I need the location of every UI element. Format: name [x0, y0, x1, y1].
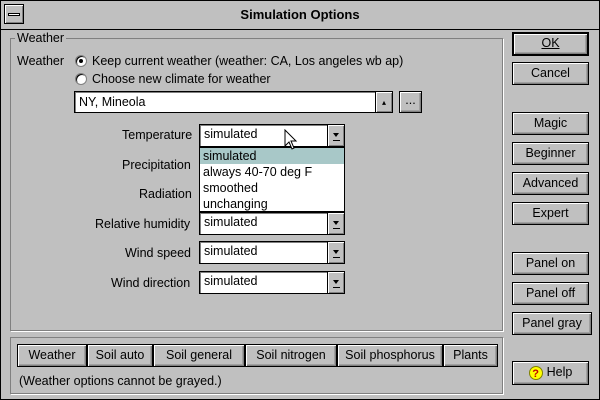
browse-climate-button[interactable]: ...: [399, 91, 422, 113]
tab-soil-auto[interactable]: Soil auto: [87, 344, 153, 367]
choose-climate-radio[interactable]: [75, 73, 87, 85]
tab-soil-phosphorus[interactable]: Soil phosphorus: [337, 344, 443, 367]
status-text: (Weather options cannot be grayed.): [19, 374, 222, 388]
climate-select-arrow[interactable]: ▴: [375, 92, 392, 112]
relative-humidity-select-arrow[interactable]: [327, 213, 344, 234]
wind-speed-select-value: simulated: [204, 244, 258, 258]
help-button-label: Help: [546, 365, 573, 379]
scroll-updown-icon: ▴: [381, 98, 386, 107]
panel-gray-button-label: Panel gray: [522, 316, 582, 330]
wind-direction-select-value: simulated: [204, 274, 258, 288]
tab-soil-phosphorus-label: Soil phosphorus: [345, 348, 435, 362]
panel-on-button-label: Panel on: [525, 256, 576, 270]
cancel-button[interactable]: Cancel: [512, 62, 589, 85]
tab-weather[interactable]: Weather: [17, 344, 87, 367]
temperature-label: Temperature: [122, 128, 193, 142]
panel-off-button-label: Panel off: [525, 286, 576, 300]
cancel-button-label: Cancel: [531, 66, 570, 80]
tab-plants-label: Plants: [453, 348, 488, 362]
wind-direction-select[interactable]: simulated: [199, 271, 345, 294]
panel-off-button[interactable]: Panel off: [512, 282, 589, 305]
ok-button-label: OK: [541, 36, 560, 50]
panel-on-button[interactable]: Panel on: [512, 252, 589, 275]
beginner-button-label: Beginner: [525, 146, 576, 160]
tab-soil-nitrogen[interactable]: Soil nitrogen: [245, 344, 337, 367]
climate-select-value: NY, Mineola: [79, 95, 146, 109]
magic-button[interactable]: Magic: [512, 112, 589, 135]
tab-plants[interactable]: Plants: [443, 344, 498, 367]
tab-weather-label: Weather: [28, 348, 76, 362]
wind-speed-label: Wind speed: [125, 246, 192, 260]
precipitation-label: Precipitation: [122, 158, 191, 172]
simulation-options-dialog: Simulation Options Weather Weather Keep …: [0, 0, 600, 400]
help-button[interactable]: ? Help: [512, 361, 589, 385]
choose-climate-radio-label[interactable]: Choose new climate for weather: [92, 72, 271, 86]
title-bar[interactable]: Simulation Options: [1, 1, 599, 30]
question-mark-icon: ?: [528, 365, 543, 380]
chevron-down-icon: [333, 133, 340, 141]
temperature-select-arrow[interactable]: [327, 125, 344, 146]
pointer-cursor-icon: [284, 129, 298, 150]
expert-button-label: Expert: [532, 206, 569, 220]
panel-gray-button[interactable]: Panel gray: [512, 312, 592, 335]
dropdown-option-always-40-70[interactable]: always 40-70 deg F: [200, 164, 344, 180]
ok-button[interactable]: OK: [512, 32, 589, 56]
tab-soil-general-label: Soil general: [165, 348, 232, 362]
radiation-label: Radiation: [139, 187, 192, 201]
relative-humidity-select-value: simulated: [204, 215, 258, 229]
temperature-select[interactable]: simulated: [199, 124, 345, 147]
dropdown-option-smoothed[interactable]: smoothed: [200, 180, 344, 196]
dropdown-option-unchanging[interactable]: unchanging: [200, 196, 344, 212]
chevron-down-icon: [333, 280, 340, 288]
tab-soil-nitrogen-label: Soil nitrogen: [256, 348, 326, 362]
temperature-dropdown-list: simulated always 40-70 deg F smoothed un…: [199, 147, 345, 212]
wind-direction-label: Wind direction: [111, 276, 191, 290]
climate-select[interactable]: NY, Mineola: [74, 91, 393, 113]
dropdown-option-simulated[interactable]: simulated: [200, 148, 344, 164]
window-title: Simulation Options: [240, 7, 360, 22]
weather-group-legend: Weather: [15, 31, 67, 45]
relative-humidity-select[interactable]: simulated: [199, 212, 345, 235]
tab-soil-auto-label: Soil auto: [95, 348, 145, 362]
advanced-button-label: Advanced: [522, 176, 579, 190]
wind-direction-select-arrow[interactable]: [327, 272, 344, 293]
temperature-select-value: simulated: [204, 127, 258, 141]
tab-soil-general[interactable]: Soil general: [153, 344, 245, 367]
wind-speed-select-arrow[interactable]: [327, 242, 344, 263]
chevron-down-icon: [333, 250, 340, 258]
keep-weather-radio[interactable]: [75, 55, 87, 67]
relative-humidity-label: Relative humidity: [95, 217, 191, 231]
chevron-down-icon: [333, 221, 340, 229]
weather-label: Weather: [17, 54, 65, 68]
keep-weather-radio-label[interactable]: Keep current weather (weather: CA, Los a…: [92, 54, 403, 68]
expert-button[interactable]: Expert: [512, 202, 589, 225]
beginner-button[interactable]: Beginner: [512, 142, 589, 165]
magic-button-label: Magic: [533, 116, 568, 130]
advanced-button[interactable]: Advanced: [512, 172, 589, 195]
wind-speed-select[interactable]: simulated: [199, 241, 345, 264]
